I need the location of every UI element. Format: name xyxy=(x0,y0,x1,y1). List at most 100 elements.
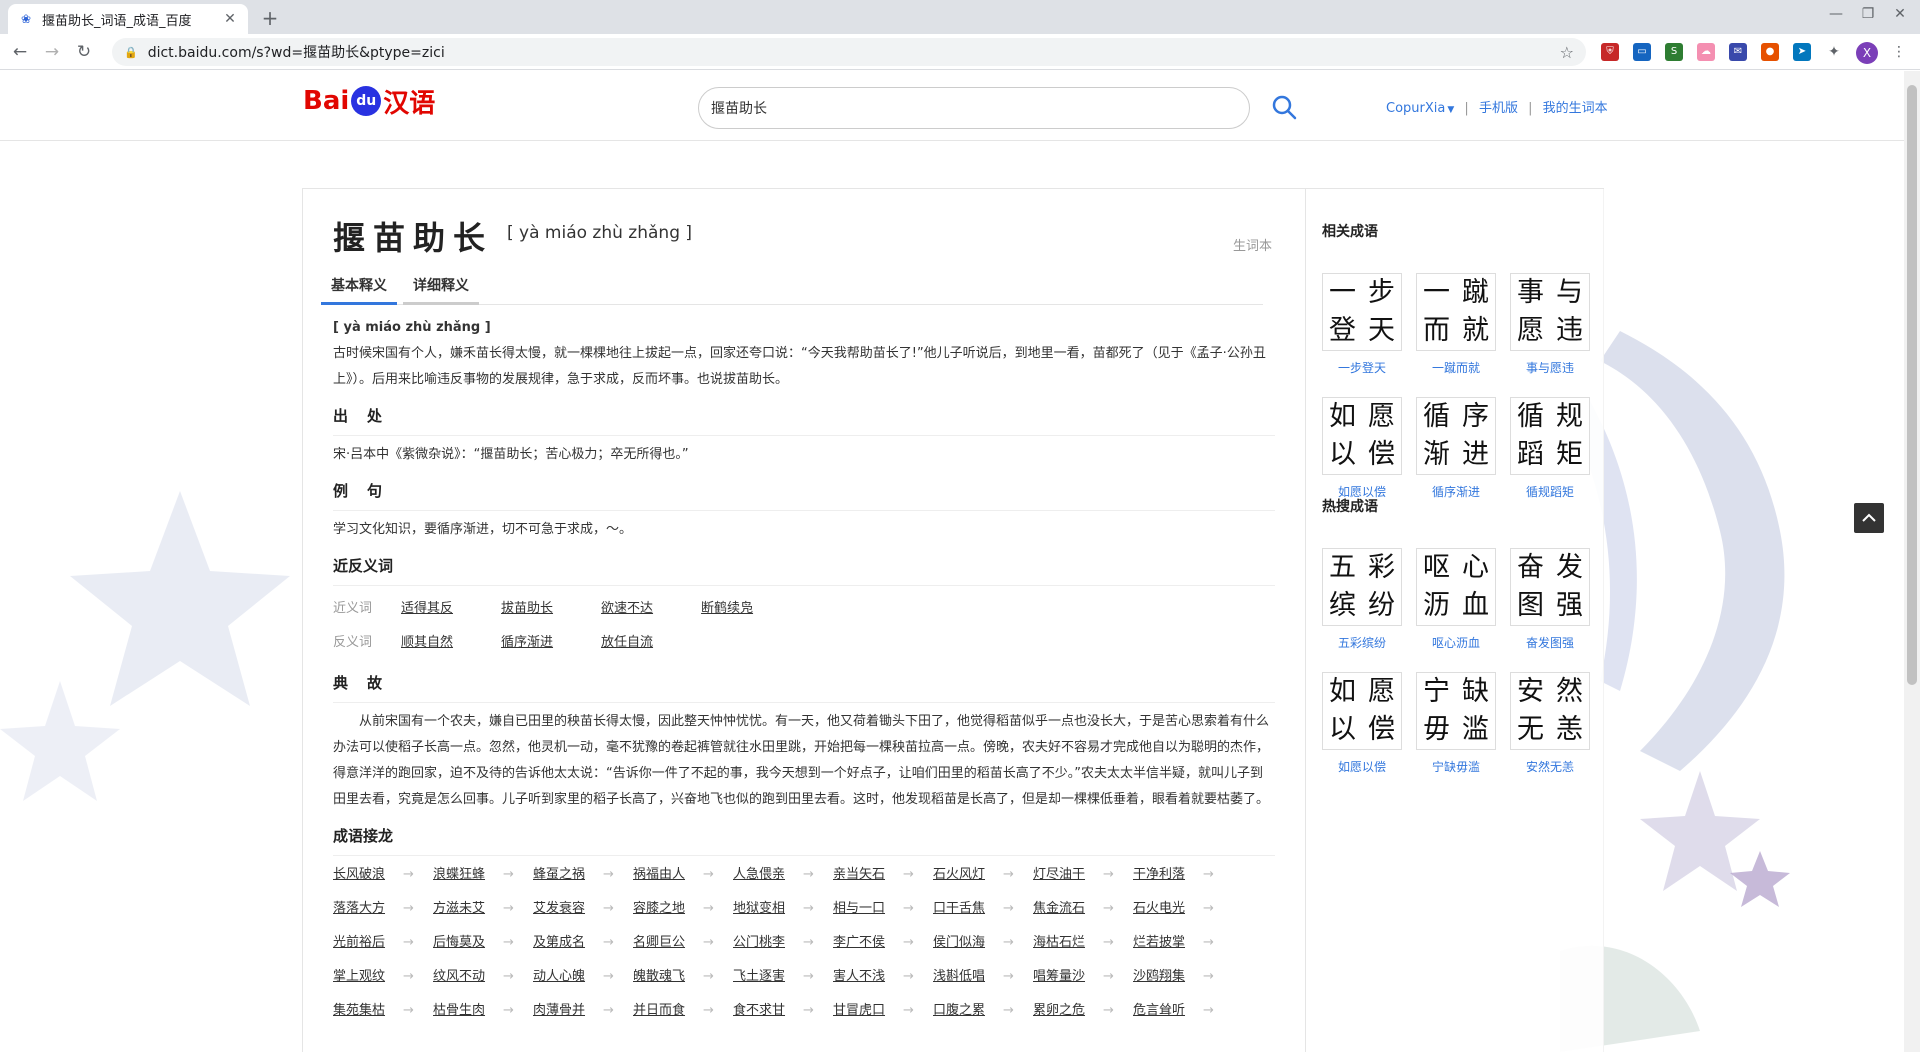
scrollbar-thumb[interactable] xyxy=(1907,85,1917,685)
hot-idiom-card[interactable]: 安然无恙安然无恙 xyxy=(1510,672,1590,775)
back-to-top-button[interactable] xyxy=(1854,503,1884,533)
chain-idiom-link[interactable]: 灯尽油干 xyxy=(1033,862,1133,888)
chain-idiom-link[interactable]: 蜂虿之祸 xyxy=(533,862,633,888)
chain-idiom-link[interactable]: 烂若披掌 xyxy=(1133,930,1233,956)
chain-idiom-link[interactable]: 海枯石烂 xyxy=(1033,930,1133,956)
chain-idiom-link[interactable]: 长风破浪 xyxy=(333,862,433,888)
chain-idiom-link[interactable]: 害人不浅 xyxy=(833,964,933,990)
chain-idiom-link[interactable]: 光前裕后 xyxy=(333,930,433,956)
related-idiom-card[interactable]: 一步登天一步登天 xyxy=(1322,273,1402,376)
synonym-link[interactable]: 欲速不达 xyxy=(601,596,653,622)
idiom-card-name[interactable]: 循序渐进 xyxy=(1416,483,1496,500)
chain-idiom-link[interactable]: 祸福由人 xyxy=(633,862,733,888)
restore-icon[interactable]: ❐ xyxy=(1856,6,1880,22)
synonym-link[interactable]: 适得其反 xyxy=(401,596,453,622)
extensions-puzzle-icon[interactable]: ✦ xyxy=(1825,43,1843,61)
idiom-card-name[interactable]: 一步登天 xyxy=(1322,359,1402,376)
browser-menu-icon[interactable]: ⋮ xyxy=(1890,43,1908,61)
idiom-card-name[interactable]: 如愿以偿 xyxy=(1322,758,1402,775)
chain-idiom-link[interactable]: 艾发衰容 xyxy=(533,896,633,922)
caret-down-icon[interactable]: ▼ xyxy=(1447,105,1454,115)
chain-idiom-link[interactable]: 累卵之危 xyxy=(1033,998,1133,1024)
chain-idiom-link[interactable]: 石火风灯 xyxy=(933,862,1033,888)
chain-idiom-link[interactable]: 纹风不动 xyxy=(433,964,533,990)
new-tab-button[interactable]: + xyxy=(258,6,282,30)
baidu-hanyu-logo[interactable]: Bai du 汉语 xyxy=(303,81,435,121)
chain-idiom-link[interactable]: 飞土逐害 xyxy=(733,964,833,990)
search-icon[interactable] xyxy=(1270,93,1298,121)
chain-idiom-link[interactable]: 石火电光 xyxy=(1133,896,1233,922)
chain-idiom-link[interactable]: 危言耸听 xyxy=(1133,998,1233,1024)
chain-idiom-link[interactable]: 沙鸥翔集 xyxy=(1133,964,1233,990)
tab-basic[interactable]: 基本释义 xyxy=(321,271,397,305)
chain-idiom-link[interactable]: 食不求甘 xyxy=(733,998,833,1024)
browser-tab[interactable]: ❀ 揠苗助长_词语_成语_百度 ✕ xyxy=(8,4,248,34)
related-idiom-card[interactable]: 事与愿违事与愿违 xyxy=(1510,273,1590,376)
chain-idiom-link[interactable]: 方滋未艾 xyxy=(433,896,533,922)
chain-idiom-link[interactable]: 口干舌焦 xyxy=(933,896,1033,922)
add-vocab-button[interactable]: 生词本 xyxy=(1233,235,1272,254)
chain-idiom-link[interactable]: 相与一口 xyxy=(833,896,933,922)
extension-mail-icon[interactable]: ✉ xyxy=(1729,43,1747,61)
extension-cookie-icon[interactable]: ● xyxy=(1761,43,1779,61)
hot-idiom-card[interactable]: 五彩缤纷五彩缤纷 xyxy=(1322,548,1402,651)
chain-idiom-link[interactable]: 容膝之地 xyxy=(633,896,733,922)
synonym-link[interactable]: 断鹤续凫 xyxy=(701,596,753,622)
tab-detailed[interactable]: 详细释义 xyxy=(403,271,479,305)
chain-idiom-link[interactable]: 后悔莫及 xyxy=(433,930,533,956)
chain-idiom-link[interactable]: 掌上观纹 xyxy=(333,964,433,990)
my-vocab-link[interactable]: 我的生词本 xyxy=(1543,101,1608,116)
idiom-card-name[interactable]: 五彩缤纷 xyxy=(1322,634,1402,651)
chain-idiom-link[interactable]: 动人心魄 xyxy=(533,964,633,990)
related-idiom-card[interactable]: 循规蹈矩循规蹈矩 xyxy=(1510,397,1590,500)
close-tab-icon[interactable]: ✕ xyxy=(222,11,238,27)
chain-idiom-link[interactable]: 及第成名 xyxy=(533,930,633,956)
idiom-card-name[interactable]: 循规蹈矩 xyxy=(1510,483,1590,500)
related-idiom-card[interactable]: 如愿以偿如愿以偿 xyxy=(1322,397,1402,500)
chain-idiom-link[interactable]: 侯门似海 xyxy=(933,930,1033,956)
window-close-icon[interactable]: ✕ xyxy=(1888,6,1912,22)
extension-s-icon[interactable]: S xyxy=(1665,43,1683,61)
chain-idiom-link[interactable]: 浪蝶狂蜂 xyxy=(433,862,533,888)
chain-idiom-link[interactable]: 落落大方 xyxy=(333,896,433,922)
chain-idiom-link[interactable]: 焦金流石 xyxy=(1033,896,1133,922)
idiom-card-name[interactable]: 奋发图强 xyxy=(1510,634,1590,651)
back-icon[interactable]: ← xyxy=(8,40,32,64)
chain-idiom-link[interactable]: 浅斟低唱 xyxy=(933,964,1033,990)
idiom-card-name[interactable]: 呕心沥血 xyxy=(1416,634,1496,651)
page-scrollbar[interactable] xyxy=(1904,71,1920,1052)
search-input[interactable] xyxy=(699,88,1249,128)
hot-idiom-card[interactable]: 宁缺毋滥宁缺毋滥 xyxy=(1416,672,1496,775)
idiom-card-name[interactable]: 安然无恙 xyxy=(1510,758,1590,775)
profile-avatar[interactable]: X xyxy=(1856,42,1878,64)
chain-idiom-link[interactable]: 枯骨生肉 xyxy=(433,998,533,1024)
address-bar[interactable]: 🔒 dict.baidu.com/s?wd=揠苗助长&ptype=zici ☆ xyxy=(112,38,1586,66)
idiom-card-name[interactable]: 宁缺毋滥 xyxy=(1416,758,1496,775)
related-idiom-card[interactable]: 循序渐进循序渐进 xyxy=(1416,397,1496,500)
chain-idiom-link[interactable]: 亲当矢石 xyxy=(833,862,933,888)
chain-idiom-link[interactable]: 甘冒虎口 xyxy=(833,998,933,1024)
forward-icon[interactable]: → xyxy=(40,40,64,64)
reload-icon[interactable]: ↻ xyxy=(72,40,96,64)
chain-idiom-link[interactable]: 口腹之累 xyxy=(933,998,1033,1024)
idiom-card-name[interactable]: 一蹴而就 xyxy=(1416,359,1496,376)
extension-monitor-icon[interactable]: ▭ xyxy=(1633,43,1651,61)
chain-idiom-link[interactable]: 公门桃李 xyxy=(733,930,833,956)
extension-shield-icon[interactable]: ⛨ xyxy=(1601,43,1619,61)
chain-idiom-link[interactable]: 名卿巨公 xyxy=(633,930,733,956)
chain-idiom-link[interactable]: 唱筹量沙 xyxy=(1033,964,1133,990)
chain-idiom-link[interactable]: 魄散魂飞 xyxy=(633,964,733,990)
hot-idiom-card[interactable]: 呕心沥血呕心沥血 xyxy=(1416,548,1496,651)
antonym-link[interactable]: 放任自流 xyxy=(601,630,653,656)
synonym-link[interactable]: 拔苗助长 xyxy=(501,596,553,622)
minimize-icon[interactable]: — xyxy=(1824,6,1848,22)
mobile-version-link[interactable]: 手机版 xyxy=(1479,101,1518,116)
chain-idiom-link[interactable]: 集苑集枯 xyxy=(333,998,433,1024)
antonym-link[interactable]: 顺其自然 xyxy=(401,630,453,656)
chain-idiom-link[interactable]: 肉薄骨并 xyxy=(533,998,633,1024)
antonym-link[interactable]: 循序渐进 xyxy=(501,630,553,656)
chain-idiom-link[interactable]: 地狱变相 xyxy=(733,896,833,922)
related-idiom-card[interactable]: 一蹴而就一蹴而就 xyxy=(1416,273,1496,376)
chain-idiom-link[interactable]: 干净利落 xyxy=(1133,862,1233,888)
idiom-card-name[interactable]: 事与愿违 xyxy=(1510,359,1590,376)
